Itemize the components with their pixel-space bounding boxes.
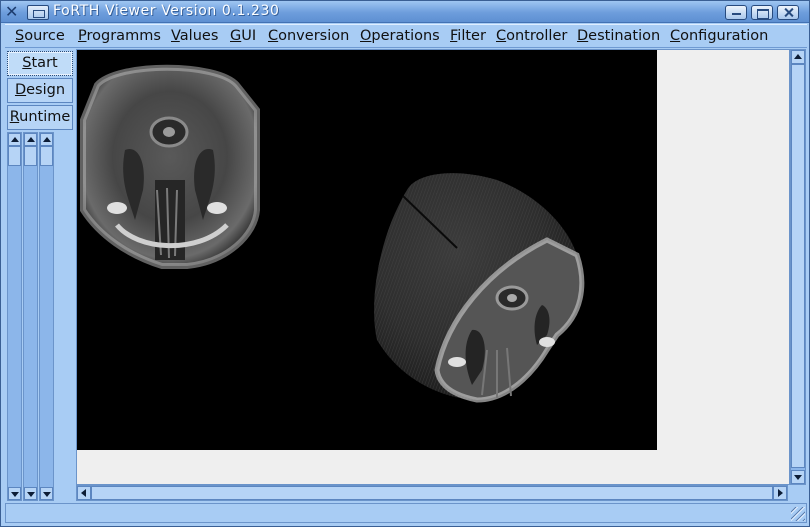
menu-operations-label: perations [371, 28, 440, 44]
menu-filter-label: ilter [457, 28, 486, 44]
view-horizontal-scrollbar[interactable] [76, 485, 788, 501]
app-window: ✕ FoRTH Viewer Version 0.1.230 Source Pr… [0, 0, 810, 527]
runtime-button-label: untime [19, 109, 71, 125]
menu-controller-accel: C [496, 28, 507, 44]
runtime-button[interactable]: Runtime [7, 105, 73, 130]
scroll-thumb[interactable] [40, 146, 53, 166]
scroll-left-arrow-icon[interactable] [77, 486, 91, 500]
panel-scrollbar-1[interactable] [7, 132, 22, 501]
design-button[interactable]: Design [7, 78, 73, 103]
design-button-label: esign [26, 82, 66, 98]
panel-scrollbar-2[interactable] [23, 132, 38, 501]
menu-source-accel: S [15, 28, 25, 44]
menu-gui-label: UI [241, 28, 257, 44]
runtime-button-accel: R [9, 109, 20, 125]
mri-renderings [80, 64, 585, 403]
scroll-up-arrow-icon[interactable] [8, 133, 21, 146]
menu-conversion-label: onversion [278, 28, 350, 44]
scroll-up-arrow-icon[interactable] [791, 50, 805, 64]
menu-bar: Source Programms Values GUI Conversion O… [5, 24, 807, 48]
scroll-down-arrow-icon[interactable] [24, 487, 37, 500]
menu-programms-accel: P [78, 28, 87, 44]
design-button-accel: D [14, 82, 27, 98]
menu-programms-label: rogramms [86, 28, 161, 44]
start-button-accel: S [22, 55, 32, 71]
volume-rendering-image [374, 173, 585, 403]
status-bar [5, 503, 807, 523]
window-menu-icon[interactable] [27, 5, 49, 20]
menu-source[interactable]: Source [15, 25, 65, 48]
menu-values[interactable]: Values [171, 25, 218, 48]
menu-configuration-label: onfiguration [680, 28, 769, 44]
start-button[interactable]: Start [7, 51, 73, 76]
menu-programms[interactable]: Programms [78, 25, 161, 48]
view-vertical-scrollbar[interactable] [790, 49, 806, 485]
scroll-down-arrow-icon[interactable] [791, 470, 805, 484]
scroll-down-arrow-icon[interactable] [40, 487, 53, 500]
minimize-button[interactable] [725, 5, 747, 20]
render-canvas[interactable] [77, 50, 657, 450]
menu-values-accel: V [171, 28, 180, 44]
scroll-right-arrow-icon[interactable] [773, 486, 787, 500]
scroll-up-arrow-icon[interactable] [40, 133, 53, 146]
scroll-thumb[interactable] [8, 146, 21, 166]
menu-configuration-accel: C [670, 28, 681, 44]
scroll-down-arrow-icon[interactable] [8, 487, 21, 500]
menu-controller-label: ontroller [506, 28, 568, 44]
menu-values-label: alues [179, 28, 219, 44]
left-panel: Start Design Runtime [5, 49, 75, 501]
scroll-up-arrow-icon[interactable] [24, 133, 37, 146]
window-title: FoRTH Viewer Version 0.1.230 [53, 3, 280, 19]
panel-scrollbar-3[interactable] [39, 132, 54, 501]
menu-destination-label: estination [588, 28, 661, 44]
menu-gui[interactable]: GUI [230, 25, 256, 48]
menu-operations-accel: O [360, 28, 372, 44]
menu-operations[interactable]: Operations [360, 25, 440, 48]
start-button-label: tart [31, 55, 58, 71]
menu-conversion[interactable]: Conversion [268, 25, 349, 48]
horizontal-scroll-thumb[interactable] [91, 486, 773, 500]
x-logo-icon[interactable]: ✕ [5, 3, 21, 21]
close-button[interactable] [777, 5, 799, 20]
resize-grip-icon[interactable] [791, 507, 805, 521]
menu-conversion-accel: C [268, 28, 279, 44]
menu-filter[interactable]: Filter [450, 25, 486, 48]
scroll-thumb[interactable] [24, 146, 37, 166]
axial-slice-image [80, 64, 260, 269]
menu-configuration[interactable]: Configuration [670, 25, 768, 48]
title-bar[interactable]: ✕ FoRTH Viewer Version 0.1.230 [1, 1, 809, 23]
maximize-button[interactable] [751, 5, 773, 20]
menu-controller[interactable]: Controller [496, 25, 567, 48]
render-view[interactable] [76, 49, 790, 485]
menu-gui-accel: G [230, 28, 242, 44]
menu-source-label: ource [24, 28, 65, 44]
vertical-scroll-thumb[interactable] [791, 64, 805, 468]
menu-destination-accel: D [577, 28, 589, 44]
menu-destination[interactable]: Destination [577, 25, 660, 48]
